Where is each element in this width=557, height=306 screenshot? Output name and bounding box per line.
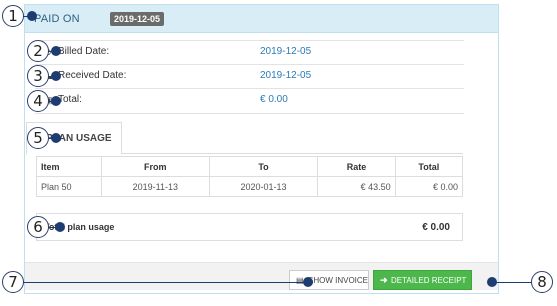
cell-total: € 0.00	[394, 176, 464, 197]
panel-header: PAID ON 2019-12-05	[25, 5, 498, 33]
paid-date-badge: 2019-12-05	[110, 12, 165, 26]
total-value: € 0.00	[260, 94, 288, 105]
cell-item: Plan 50	[36, 176, 102, 197]
billed-date-value: 2019-12-05	[260, 46, 312, 57]
plan-usage-table: Item From To Rate Total Plan 50 2019-11-…	[36, 156, 464, 197]
total-label: Total:	[58, 94, 82, 105]
total-plan-usage-box: Total plan usage € 0.00	[36, 213, 463, 241]
callout-dot-8	[487, 277, 497, 287]
total-plan-usage-value: € 0.00	[422, 222, 450, 233]
arrow-right-icon: ➜	[380, 275, 388, 285]
callout-2: 2	[27, 40, 49, 62]
callout-6: 6	[27, 216, 49, 238]
callout-dot-7	[303, 277, 313, 287]
callout-4: 4	[27, 90, 49, 112]
callout-dot-3	[51, 71, 61, 81]
received-date-row: ▬ Received Date: 2019-12-05	[35, 64, 464, 87]
callout-dot-4	[51, 96, 61, 106]
column-header-total: Total	[394, 156, 464, 177]
table-header-row: Item From To Rate Total	[36, 156, 464, 177]
detailed-receipt-button[interactable]: ➜ DETAILED RECEIPT	[373, 270, 472, 290]
received-date-label: Received Date:	[58, 70, 127, 81]
callout-1: 1	[2, 5, 24, 27]
cell-to: 2020-01-13	[208, 176, 319, 197]
cell-rate: € 43.50	[317, 176, 396, 197]
show-invoice-label: SHOW INVOICE	[308, 276, 369, 285]
callout-5: 5	[27, 127, 49, 149]
callout-leader-8	[492, 282, 532, 283]
billed-date-label: Billed Date:	[58, 46, 110, 57]
tab-divider	[122, 153, 463, 154]
paid-on-title: PAID ON	[34, 13, 80, 25]
callout-7: 7	[2, 271, 24, 293]
column-header-item: Item	[36, 156, 102, 177]
column-header-rate: Rate	[317, 156, 396, 177]
callout-leader-7	[23, 282, 313, 283]
callout-dot-5	[51, 133, 61, 143]
cell-from: 2019-11-13	[101, 176, 210, 197]
callout-dot-2	[51, 46, 61, 56]
billed-date-row: ⊙ Billed Date: 2019-12-05	[35, 40, 464, 63]
show-invoice-button[interactable]: ▤ SHOW INVOICE	[289, 270, 369, 290]
column-header-to: To	[208, 156, 319, 177]
callout-8: 8	[531, 271, 553, 293]
received-date-value: 2019-12-05	[260, 70, 312, 81]
table-row: Plan 50 2019-11-13 2020-01-13 € 43.50 € …	[36, 176, 464, 197]
detailed-receipt-label: DETAILED RECEIPT	[391, 276, 467, 285]
callout-dot-1	[27, 11, 37, 21]
callout-dot-6	[55, 222, 65, 232]
callout-3: 3	[27, 65, 49, 87]
column-header-from: From	[101, 156, 210, 177]
total-row: ▣ Total: € 0.00	[35, 88, 464, 114]
